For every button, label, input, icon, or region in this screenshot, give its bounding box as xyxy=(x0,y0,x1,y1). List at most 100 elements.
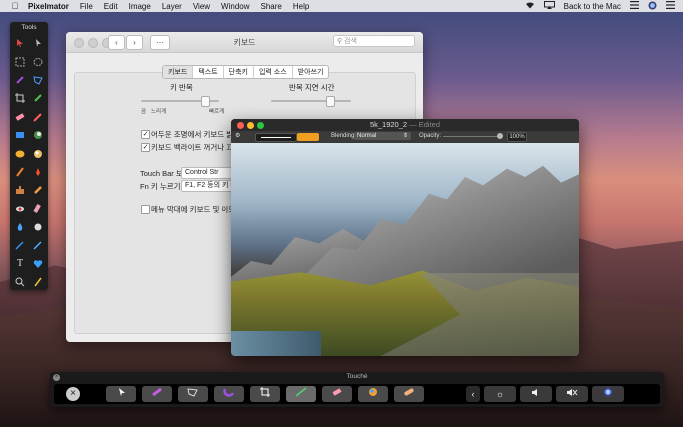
polygon-lasso-icon[interactable] xyxy=(29,71,47,89)
touchbar-eraser-tool-icon[interactable] xyxy=(322,386,352,402)
ellipse-select-icon[interactable] xyxy=(29,52,47,70)
volume-icon[interactable] xyxy=(520,386,552,402)
gear-icon[interactable]: ⚙ xyxy=(235,132,240,139)
repeat-delay-knob[interactable] xyxy=(326,96,335,107)
touchbar-popup[interactable]: Control Str xyxy=(181,167,236,179)
crop-icon[interactable] xyxy=(11,89,29,107)
healing-icon[interactable] xyxy=(11,181,29,199)
tab-shortcuts[interactable]: 단축키 xyxy=(224,66,254,78)
pencil-icon[interactable] xyxy=(29,108,47,126)
list-icon[interactable] xyxy=(630,1,639,11)
menu-image[interactable]: Image xyxy=(129,2,151,11)
tab-input-sources[interactable]: 입력 소스 xyxy=(254,66,293,78)
heart-shape-icon[interactable] xyxy=(29,255,47,273)
brush-preview[interactable] xyxy=(255,133,297,142)
back-to-mac-label[interactable]: Back to the Mac xyxy=(564,2,621,11)
brush-icon[interactable] xyxy=(29,144,47,162)
prefs-tabs: 키보드 텍스트 단축키 입력 소스 받아쓰기 xyxy=(162,65,330,79)
menu-share[interactable]: Share xyxy=(261,2,282,11)
color-fill-icon[interactable] xyxy=(11,144,29,162)
search-icon: ⚲ xyxy=(337,38,343,45)
siri-touchbar-icon[interactable] xyxy=(592,386,624,402)
prefs-search-input[interactable]: ⚲ 검색 xyxy=(333,35,415,47)
touchbar-crop-tool-icon[interactable] xyxy=(250,386,280,402)
fill-icon[interactable] xyxy=(11,126,29,144)
blending-value: Normal xyxy=(357,133,377,139)
sponge-icon[interactable] xyxy=(29,163,47,181)
tab-keyboard[interactable]: 키보드 xyxy=(163,66,194,78)
apple-icon[interactable]:  xyxy=(10,1,20,11)
image-window: 5k_1920_2 — Edited ⚙ Blending: Normal ⇕ … xyxy=(231,119,579,356)
tab-dictation[interactable]: 받아쓰기 xyxy=(293,66,329,78)
smudge-icon[interactable] xyxy=(29,181,47,199)
fn-key-popup[interactable]: F1, F2 등의 키 5 xyxy=(181,180,236,192)
color-swatch[interactable] xyxy=(297,133,319,141)
siri-icon[interactable] xyxy=(648,1,657,12)
zoom-icon[interactable] xyxy=(11,273,29,291)
touche-window: × Touché × ‹ ☼ xyxy=(50,372,664,407)
hand-icon[interactable] xyxy=(29,273,47,291)
touchbar-lasso-tool-icon[interactable] xyxy=(178,386,208,402)
shape-icon[interactable] xyxy=(29,236,47,254)
sharpen-icon[interactable] xyxy=(29,200,47,218)
touchbar-arrow-tool-icon[interactable] xyxy=(106,386,136,402)
redeye-icon[interactable] xyxy=(11,200,29,218)
image-filename: 5k_1920_2 xyxy=(369,120,408,129)
repeat-delay-slider[interactable] xyxy=(271,96,351,107)
repeat-delay-label: 반복 지연 시간 xyxy=(289,83,335,92)
menu-layer[interactable]: Layer xyxy=(162,2,182,11)
move-tool-icon[interactable] xyxy=(11,34,29,52)
touchbar-color-picker-icon[interactable] xyxy=(358,386,388,402)
backlight-off-label: 키보드 백라이트 꺼거나 끄기: xyxy=(151,143,243,152)
tab-text[interactable]: 텍스트 xyxy=(193,66,224,78)
popup-arrows-icon: ⇕ xyxy=(402,133,408,139)
menu-help[interactable]: Help xyxy=(293,2,309,11)
key-repeat-slider[interactable] xyxy=(141,96,219,107)
brightness-icon[interactable]: ☼ xyxy=(484,386,516,402)
arrange-tool-icon[interactable] xyxy=(29,34,47,52)
menu-file[interactable]: File xyxy=(80,2,93,11)
blending-popup[interactable]: Normal ⇕ xyxy=(354,132,411,140)
backlight-off-checkbox[interactable]: ✓ xyxy=(141,143,150,152)
menu-bar-checkbox[interactable] xyxy=(141,205,150,214)
esc-close-icon[interactable]: × xyxy=(66,387,80,401)
opacity-field[interactable]: 100% xyxy=(507,132,527,142)
touchbar-brush-tool-icon[interactable] xyxy=(142,386,172,402)
key-repeat-knob[interactable] xyxy=(201,96,210,107)
touche-title: Touché xyxy=(346,373,368,380)
touchbar-magnet-tool-icon[interactable] xyxy=(214,386,244,402)
key-repeat-slow: 느리게 xyxy=(151,109,167,115)
blur-icon[interactable] xyxy=(11,218,29,236)
mute-icon[interactable] xyxy=(556,386,588,402)
touchbar-pen-tool-icon[interactable] xyxy=(286,386,316,402)
tools-panel: Tools T xyxy=(10,22,48,290)
menu-app-name[interactable]: Pixelmator xyxy=(28,2,69,11)
key-repeat-fast: 빠르게 xyxy=(209,109,225,115)
menu-window[interactable]: Window xyxy=(221,2,249,11)
rect-select-icon[interactable] xyxy=(11,52,29,70)
stamp-icon[interactable] xyxy=(11,163,29,181)
touch-bar-strip: × ‹ ☼ xyxy=(54,384,660,404)
touchbar-bandage-tool-icon[interactable] xyxy=(394,386,424,402)
pen-icon[interactable] xyxy=(11,236,29,254)
eyedropper-icon[interactable] xyxy=(29,89,47,107)
type-icon[interactable]: T xyxy=(11,255,29,273)
key-repeat-label: 키 반복 xyxy=(170,83,193,92)
dodge-icon[interactable] xyxy=(29,218,47,236)
auto-brightness-checkbox[interactable]: ✓ xyxy=(141,130,150,139)
gradient-icon[interactable] xyxy=(29,126,47,144)
collapse-control-icon[interactable]: ‹ xyxy=(466,386,480,402)
opacity-slider[interactable] xyxy=(443,136,498,137)
menu-edit[interactable]: Edit xyxy=(104,2,118,11)
image-title: 5k_1920_2 — Edited xyxy=(231,120,579,129)
notifications-icon[interactable] xyxy=(666,1,675,11)
airplay-icon[interactable] xyxy=(543,1,555,11)
image-edited-status: — Edited xyxy=(409,120,441,129)
canvas-photo[interactable] xyxy=(231,143,579,356)
lasso-icon[interactable] xyxy=(11,71,29,89)
opacity-knob[interactable] xyxy=(497,133,503,139)
eraser-icon[interactable] xyxy=(11,108,29,126)
menu-view[interactable]: View xyxy=(193,2,210,11)
wifi-icon[interactable] xyxy=(525,1,535,11)
prefs-titlebar: ‹ › ⋯ 키보드 ⚲ 검색 xyxy=(66,32,423,53)
